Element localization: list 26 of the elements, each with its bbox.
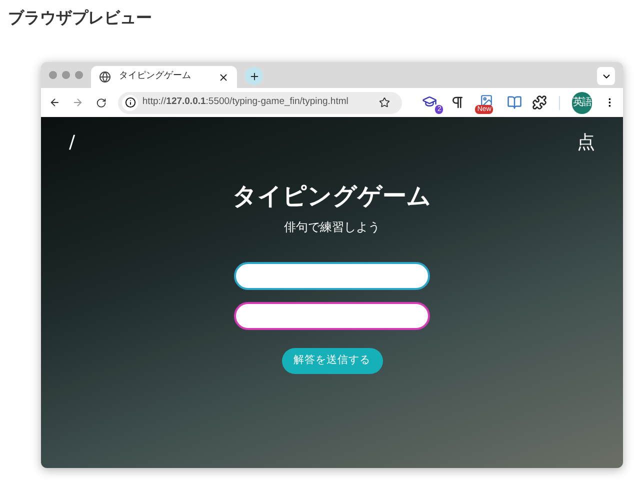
bookmark-star-icon[interactable] bbox=[379, 97, 390, 108]
reload-icon[interactable] bbox=[96, 96, 106, 108]
forward-icon[interactable] bbox=[72, 96, 84, 109]
browser-tab[interactable]: タイピングゲーム bbox=[91, 66, 237, 88]
tab-menu-button[interactable] bbox=[597, 67, 615, 85]
info-icon[interactable] bbox=[124, 97, 136, 108]
close-icon[interactable] bbox=[218, 72, 229, 82]
address-bar[interactable]: http://127.0.0.1:5500/typing-game_fin/typing.html bbox=[118, 92, 402, 114]
back-icon[interactable] bbox=[49, 96, 60, 109]
new-tab-button[interactable] bbox=[245, 67, 263, 85]
extensions-icon[interactable] bbox=[532, 95, 548, 110]
globe-icon bbox=[99, 71, 111, 83]
game-title: タイピングゲーム bbox=[232, 180, 432, 212]
graduation-cap-icon[interactable] bbox=[422, 94, 438, 108]
progress-text: / bbox=[69, 131, 76, 155]
score-text: 点 bbox=[577, 131, 595, 155]
url-text: http://127.0.0.1:5500/typing-game_fin/typing.html bbox=[142, 95, 350, 110]
profile-avatar[interactable]: 英語 bbox=[572, 92, 592, 114]
game-subtitle: 俳句で練習しよう bbox=[284, 219, 380, 236]
answer-field[interactable] bbox=[234, 262, 430, 290]
page-title: ブラウザプレビュー bbox=[8, 7, 152, 29]
picture-icon[interactable] bbox=[480, 94, 493, 106]
plus-icon bbox=[248, 70, 260, 82]
book-icon[interactable] bbox=[507, 95, 522, 110]
answer-field[interactable] bbox=[234, 302, 430, 330]
pilcrow-icon[interactable] bbox=[450, 95, 466, 110]
